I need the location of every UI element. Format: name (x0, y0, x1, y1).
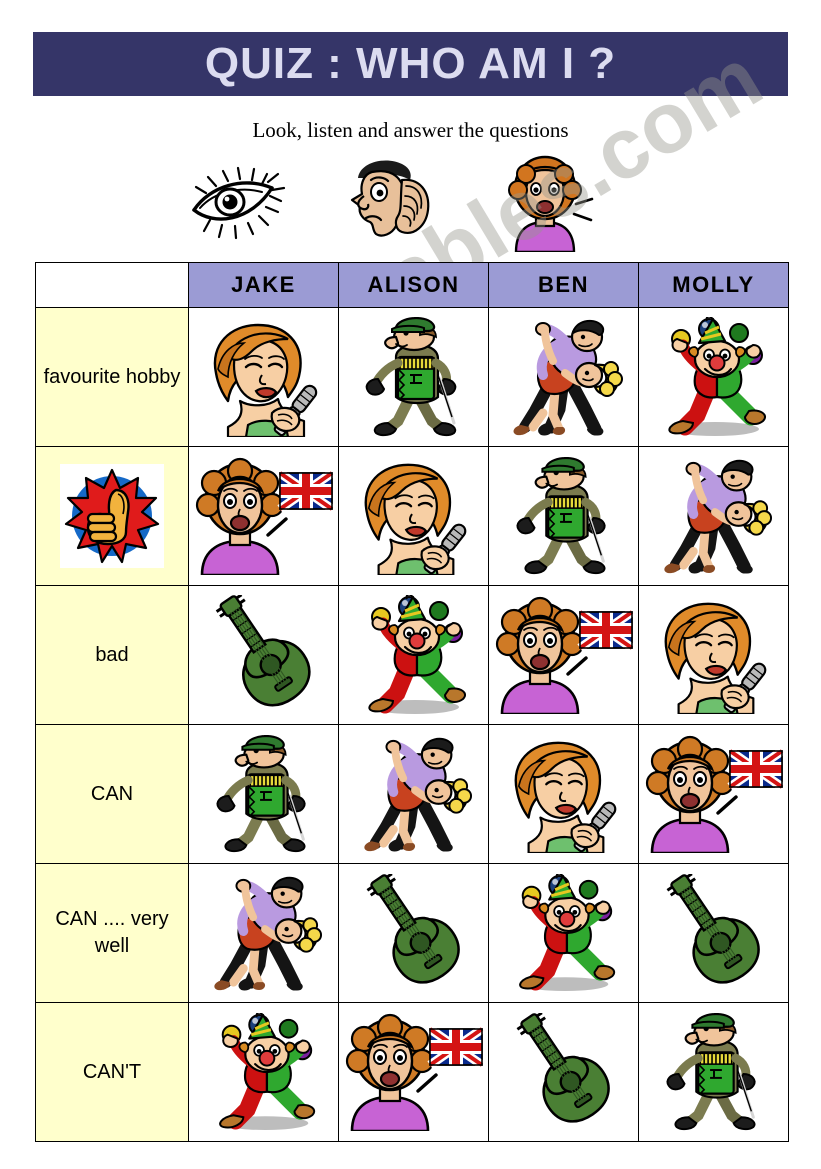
eye-icon (180, 152, 290, 252)
dancing-couple-picture (199, 874, 329, 992)
table-body: favourite hobby bad CAN CAN .... very we… (35, 307, 789, 1142)
guitar-picture (500, 1013, 621, 1131)
cell-alison-row6 (338, 1002, 489, 1142)
cell-jake-row3 (188, 585, 339, 725)
singing-woman-picture (213, 323, 320, 437)
table-row: CAN'T (35, 1002, 789, 1142)
cell-ben-row2 (488, 446, 639, 586)
cell-molly-row5 (638, 863, 789, 1003)
table-row: bad (35, 585, 789, 725)
quiz-table: JAKE ALISON BEN MOLLY favourite hobby ba… (35, 262, 789, 1142)
column-header-jake: JAKE (188, 262, 339, 308)
cell-alison-row5 (338, 863, 489, 1003)
cell-jake-row4 (188, 724, 339, 864)
cell-ben-row5 (488, 863, 639, 1003)
cell-ben-row1 (488, 307, 639, 447)
title-bar: QUIZ : WHO AM I ? (33, 32, 788, 96)
instruction-icon-strip (170, 152, 600, 252)
speaking-english-picture (494, 596, 634, 714)
table-header-row: JAKE ALISON BEN MOLLY (35, 262, 789, 308)
juggling-clown-picture (201, 1013, 327, 1131)
speaking-english-picture (344, 1013, 484, 1131)
row-label-thumbs-up (35, 446, 189, 586)
cell-molly-row6 (638, 1002, 789, 1142)
cell-alison-row3 (338, 585, 489, 725)
juggling-clown-picture (651, 317, 777, 437)
worksheet-page: QUIZ : WHO AM I ? Look, listen and answe… (0, 0, 821, 1169)
cell-molly-row4 (638, 724, 789, 864)
cell-alison-row4 (338, 724, 489, 864)
speaking-woman-icon (490, 152, 600, 252)
column-header-molly: MOLLY (638, 262, 789, 308)
row-label-can-very-well: CAN .... very well (35, 863, 189, 1003)
row-label-bad: bad (35, 585, 189, 725)
cell-ben-row3 (488, 585, 639, 725)
cell-alison-row2 (338, 446, 489, 586)
juggling-clown-picture (501, 874, 627, 992)
guitar-picture (350, 874, 471, 992)
cell-molly-row1 (638, 307, 789, 447)
dancing-couple-picture (649, 457, 779, 575)
table-row: favourite hobby (35, 307, 789, 447)
cell-jake-row5 (188, 863, 339, 1003)
row-label-can: CAN (35, 724, 189, 864)
guitar-picture (650, 874, 771, 992)
column-header-ben: BEN (488, 262, 639, 308)
table-row (35, 446, 789, 586)
cell-molly-row2 (638, 446, 789, 586)
cell-ben-row4 (488, 724, 639, 864)
singing-woman-picture (514, 741, 619, 853)
ear-listening-icon (330, 152, 440, 252)
cell-jake-row6 (188, 1002, 339, 1142)
dancing-couple-picture (349, 735, 479, 853)
row-label-cant: CAN'T (35, 1002, 189, 1142)
singing-woman-picture (364, 463, 469, 575)
page-title: QUIZ : WHO AM I ? (204, 39, 617, 88)
table-corner-cell (35, 262, 189, 308)
instruction-subtitle: Look, listen and answer the questions (252, 118, 569, 142)
juggling-clown-picture (351, 595, 477, 715)
speaking-english-picture (644, 735, 784, 853)
cell-jake-row2 (188, 446, 339, 586)
dancing-couple-picture (499, 317, 629, 437)
soldier-accordion-picture (508, 457, 620, 575)
cell-ben-row6 (488, 1002, 639, 1142)
soldier-accordion-picture (358, 317, 470, 437)
soldier-accordion-picture (658, 1013, 770, 1131)
row-label-favourite-hobby: favourite hobby (35, 307, 189, 447)
speaking-english-picture (194, 457, 334, 575)
cell-jake-row1 (188, 307, 339, 447)
cell-molly-row3 (638, 585, 789, 725)
soldier-accordion-picture (208, 735, 320, 853)
thumbs-up-icon (60, 464, 164, 568)
singing-woman-picture (664, 602, 769, 714)
cell-alison-row1 (338, 307, 489, 447)
table-row: CAN (35, 724, 789, 864)
guitar-picture (200, 595, 322, 715)
table-row: CAN .... very well (35, 863, 789, 1003)
column-header-alison: ALISON (338, 262, 489, 308)
